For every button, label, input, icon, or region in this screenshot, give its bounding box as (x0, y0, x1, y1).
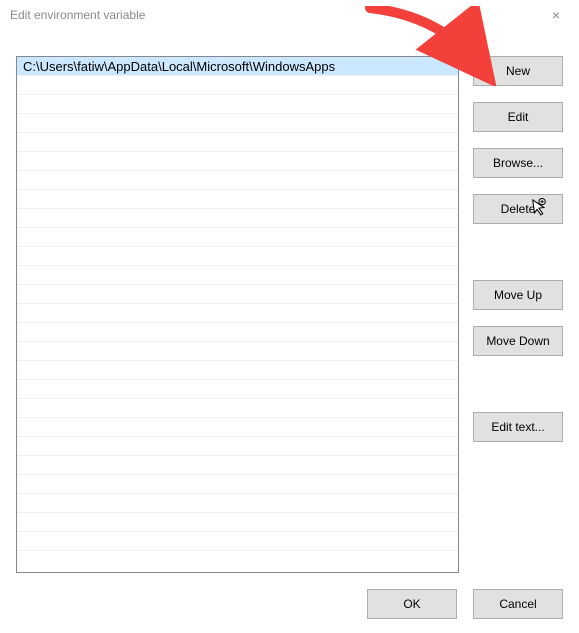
list-item[interactable] (17, 209, 458, 228)
window-title: Edit environment variable (10, 8, 145, 22)
side-buttons: New Edit Browse... Delete Move Up Move D… (473, 56, 563, 573)
dialog-body: C:\Users\fatiw\AppData\Local\Microsoft\W… (16, 56, 563, 573)
list-item[interactable] (17, 133, 458, 152)
cancel-button[interactable]: Cancel (473, 589, 563, 619)
edit-text-button[interactable]: Edit text... (473, 412, 563, 442)
list-item[interactable]: C:\Users\fatiw\AppData\Local\Microsoft\W… (17, 57, 458, 76)
list-item[interactable] (17, 152, 458, 171)
path-listbox[interactable]: C:\Users\fatiw\AppData\Local\Microsoft\W… (16, 56, 459, 573)
list-item[interactable] (17, 342, 458, 361)
list-item[interactable] (17, 76, 458, 95)
list-item[interactable] (17, 475, 458, 494)
list-item[interactable] (17, 247, 458, 266)
dialog-footer: OK Cancel (367, 589, 563, 619)
list-item[interactable] (17, 456, 458, 475)
list-item[interactable] (17, 532, 458, 551)
move-down-button[interactable]: Move Down (473, 326, 563, 356)
list-item[interactable] (17, 361, 458, 380)
list-item[interactable] (17, 114, 458, 133)
list-item[interactable] (17, 399, 458, 418)
list-item[interactable] (17, 418, 458, 437)
list-item[interactable] (17, 266, 458, 285)
list-item[interactable] (17, 95, 458, 114)
ok-button[interactable]: OK (367, 589, 457, 619)
delete-button[interactable]: Delete (473, 194, 563, 224)
list-item[interactable] (17, 380, 458, 399)
list-item[interactable] (17, 513, 458, 532)
list-item[interactable] (17, 228, 458, 247)
list-item[interactable] (17, 494, 458, 513)
list-item[interactable] (17, 437, 458, 456)
browse-button[interactable]: Browse... (473, 148, 563, 178)
list-item[interactable] (17, 285, 458, 304)
list-item[interactable] (17, 171, 458, 190)
new-button[interactable]: New (473, 56, 563, 86)
list-item[interactable] (17, 190, 458, 209)
move-up-button[interactable]: Move Up (473, 280, 563, 310)
close-button[interactable]: × (541, 0, 571, 30)
list-item[interactable] (17, 323, 458, 342)
spacer (473, 240, 563, 264)
titlebar: Edit environment variable × (0, 0, 579, 30)
spacer (473, 372, 563, 396)
list-item[interactable] (17, 304, 458, 323)
edit-button[interactable]: Edit (473, 102, 563, 132)
